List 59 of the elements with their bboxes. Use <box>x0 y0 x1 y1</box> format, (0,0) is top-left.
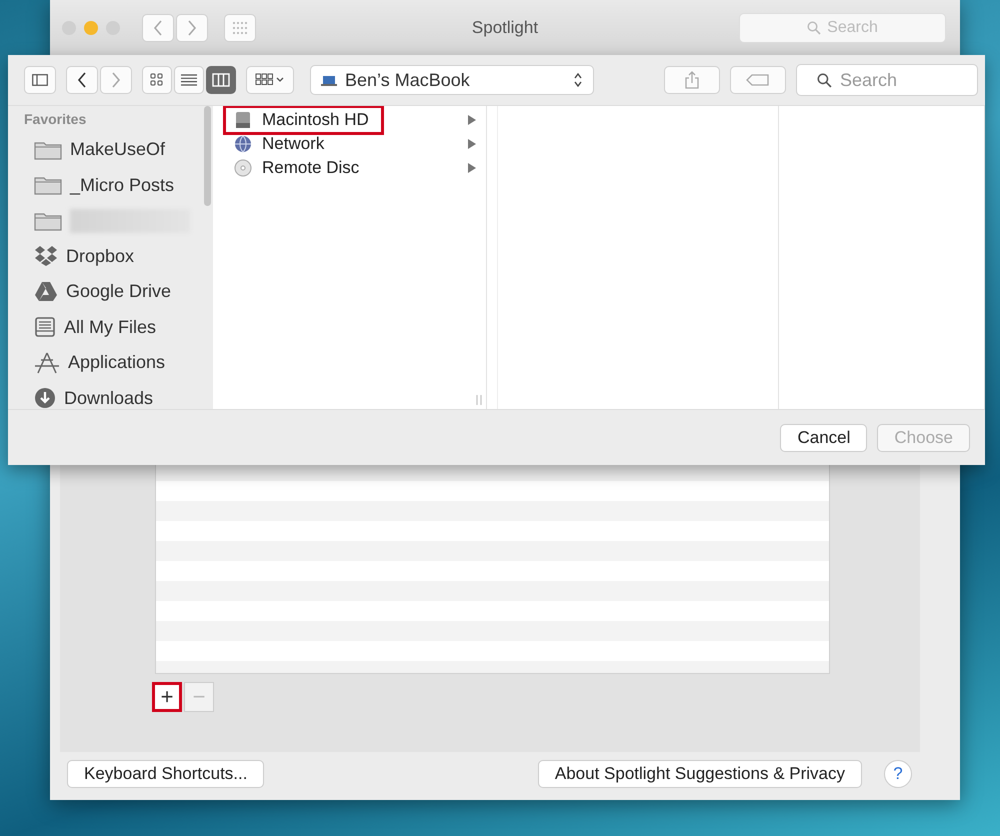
sidebar-heading: Favorites <box>24 111 88 127</box>
share-icon <box>685 71 699 89</box>
sidebar-toggle-button[interactable] <box>24 66 56 94</box>
column-item[interactable]: Remote Disc <box>223 156 374 180</box>
forward-button[interactable] <box>176 14 208 42</box>
search-icon <box>807 20 822 34</box>
chevron-left-icon <box>77 72 87 88</box>
expand-arrow-icon <box>468 115 476 125</box>
sidebar-icon <box>32 74 48 86</box>
cancel-button[interactable]: Cancel <box>780 424 868 452</box>
list-icon <box>181 74 197 86</box>
up-down-arrows-icon <box>573 72 583 88</box>
column-resize-handle[interactable] <box>476 395 482 405</box>
chevron-left-icon <box>153 20 163 36</box>
list-view-button[interactable] <box>174 66 204 94</box>
show-all-button[interactable] <box>224 14 256 42</box>
minimize-icon[interactable] <box>84 20 98 34</box>
columns-icon <box>212 73 230 87</box>
icons-view-button[interactable] <box>142 66 172 94</box>
globe-icon <box>234 135 252 153</box>
applications-icon <box>34 352 60 374</box>
tag-icon <box>746 74 770 86</box>
laptop-icon <box>321 74 337 86</box>
expand-arrow-icon <box>468 139 476 149</box>
back-button[interactable] <box>66 66 98 94</box>
share-button[interactable] <box>664 66 720 94</box>
folder-icon <box>34 175 62 196</box>
tag-button[interactable] <box>730 66 786 94</box>
sidebar-item[interactable]: Applications <box>68 352 166 374</box>
expand-arrow-icon <box>468 163 476 173</box>
files-icon <box>34 316 56 338</box>
icon-grid-icon <box>150 73 164 87</box>
sidebar-item[interactable]: Dropbox <box>66 246 134 267</box>
add-button[interactable]: + <box>152 682 182 712</box>
disc-icon <box>234 159 252 177</box>
grid-dropdown-icon <box>255 73 285 87</box>
window-title: Spotlight <box>470 18 540 38</box>
about-button[interactable]: About Spotlight Suggestions & Privacy <box>538 760 862 788</box>
chevron-right-icon <box>187 20 197 36</box>
folder-icon <box>34 140 62 160</box>
scrollbar-thumb[interactable] <box>204 106 211 206</box>
keyboard-shortcuts-button[interactable]: Keyboard Shortcuts... <box>67 760 264 788</box>
sidebar-item[interactable]: MakeUseOf <box>70 139 166 160</box>
sidebar-item[interactable]: _Micro Posts <box>70 174 174 196</box>
location-popup[interactable]: Ben’s MacBook <box>310 65 594 95</box>
search-icon <box>817 72 832 88</box>
dot-grid-icon <box>232 20 248 36</box>
dropbox-icon <box>34 245 58 268</box>
sidebar-item[interactable]: Downloads <box>64 388 154 409</box>
sidebar-item[interactable]: Google Drive <box>66 281 172 302</box>
chevron-right-icon <box>111 72 121 88</box>
arrange-button[interactable] <box>246 66 294 94</box>
column-item[interactable]: Macintosh HD <box>223 106 384 135</box>
columns-view-button[interactable] <box>206 66 236 94</box>
sidebar-item[interactable]: All My Files <box>64 316 156 338</box>
help-button[interactable]: ? <box>884 760 912 788</box>
column-item[interactable]: Network <box>223 132 340 156</box>
folder-icon <box>34 210 62 231</box>
drive-icon <box>34 280 58 303</box>
